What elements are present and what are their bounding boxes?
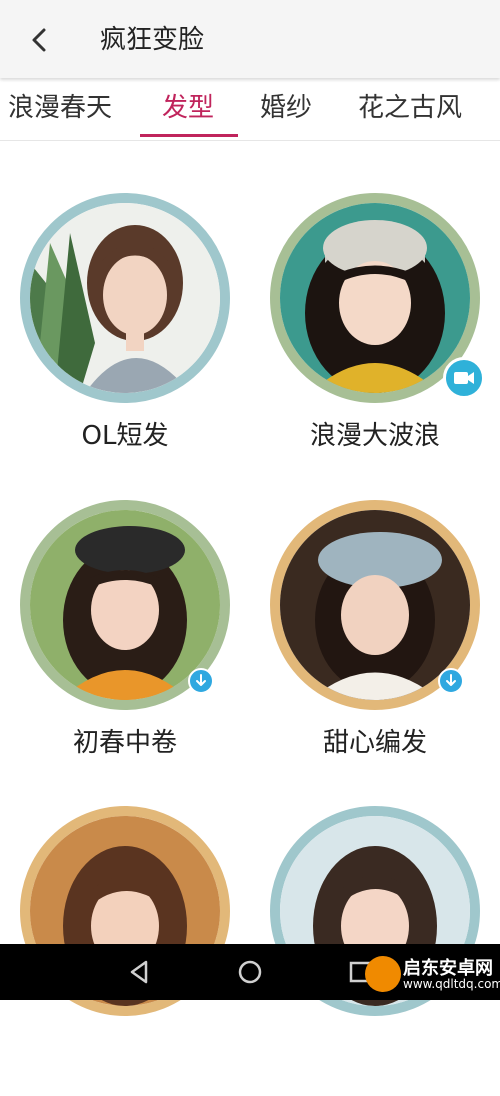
style-card-ol-short[interactable]: OL短发 [0, 193, 240, 483]
page-title: 疯狂变脸 [100, 25, 205, 55]
back-triangle-icon[interactable] [124, 956, 156, 988]
style-card-early-spring-curls[interactable]: 初春中卷 [0, 500, 240, 790]
active-tab-indicator [140, 134, 238, 137]
category-tabs: 浪漫春天 发型 婚纱 花之古风 [0, 78, 500, 141]
tab-wedding-dress[interactable]: 婚纱 [260, 90, 312, 126]
watermark-url: www.qdltdq.com [403, 977, 500, 991]
style-thumbnail[interactable] [20, 193, 230, 403]
back-arrow-icon[interactable] [20, 20, 60, 60]
tab-flower-ancient-style[interactable]: 花之古风 [358, 90, 462, 126]
video-camera-badge-icon [443, 357, 485, 399]
portrait-image [280, 203, 470, 393]
style-label: OL短发 [81, 421, 169, 451]
app-header: 疯狂变脸 [0, 0, 500, 78]
style-label: 浪漫大波浪 [309, 421, 440, 451]
style-label: 初春中卷 [72, 728, 177, 758]
site-watermark: 启东安卓网 www.qdltdq.com [365, 952, 500, 996]
style-card-romantic-waves[interactable]: 浪漫大波浪 [250, 193, 490, 483]
tab-hairstyle[interactable]: 发型 [162, 90, 214, 126]
watermark-logo-icon [365, 956, 401, 992]
tab-romantic-spring[interactable]: 浪漫春天 [8, 90, 112, 126]
download-badge-icon[interactable] [188, 668, 214, 694]
style-label: 甜心编发 [322, 728, 427, 758]
style-card-sweetheart-braid[interactable]: 甜心编发 [250, 500, 490, 790]
home-circle-icon[interactable] [234, 956, 266, 988]
download-badge-icon[interactable] [438, 668, 464, 694]
portrait-image [30, 203, 220, 393]
